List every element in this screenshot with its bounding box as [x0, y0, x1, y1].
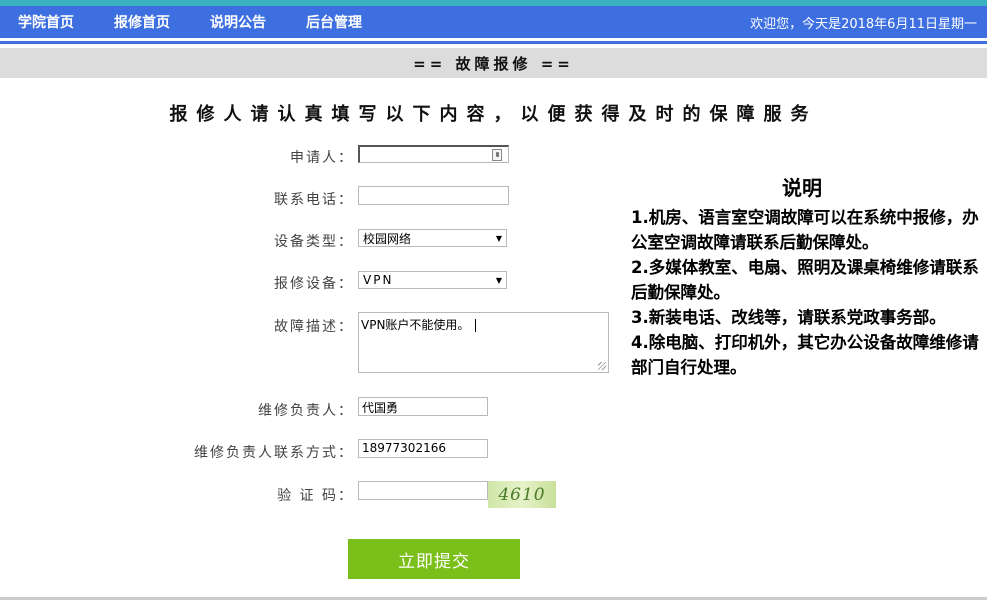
- captcha-image[interactable]: 4610: [488, 481, 556, 508]
- description-label: 故障描述：: [274, 319, 354, 335]
- nav-bar: 学院首页 报修首页 说明公告 后台管理 欢迎您，今天是2018年6月11日星期一: [0, 6, 987, 38]
- device-type-label: 设备类型：: [274, 234, 354, 250]
- instruction-item: 3.新装电话、改线等，请联系党政事务部。: [631, 308, 946, 327]
- chevron-down-icon: ▼: [495, 233, 502, 243]
- description-value: VPN账户不能使用。: [361, 318, 470, 332]
- submit-button[interactable]: 立即提交: [348, 539, 520, 579]
- applicant-input[interactable]: [358, 145, 509, 163]
- device-select[interactable]: VPN ▼: [358, 271, 507, 289]
- contact-card-icon[interactable]: [492, 149, 502, 161]
- instructions-panel: 说明 1.机房、语言室空调故障可以在系统中报修，办公室空调故障请联系后勤保障处。…: [631, 172, 981, 380]
- device-type-value: 校园网络: [363, 231, 412, 246]
- nav-link-college-home[interactable]: 学院首页: [18, 12, 74, 32]
- nav-link-announcements[interactable]: 说明公告: [210, 12, 266, 32]
- nav-link-admin[interactable]: 后台管理: [306, 12, 362, 32]
- instruction-item: 1.机房、语言室空调故障可以在系统中报修，办公室空调故障请联系后勤保障处。: [631, 208, 979, 252]
- nav-divider-blue: [0, 41, 987, 44]
- welcome-text: 欢迎您，今天是2018年6月11日星期一: [750, 16, 977, 32]
- instruction-item: 4.除电脑、打印机外，其它办公设备故障维修请部门自行处理。: [631, 333, 979, 377]
- phone-label: 联系电话：: [274, 192, 354, 208]
- chevron-down-icon: ▼: [495, 275, 502, 285]
- device-label: 报修设备：: [274, 276, 354, 292]
- text-cursor: [475, 319, 477, 332]
- instruction-item: 2.多媒体教室、电扇、照明及课桌椅维修请联系后勤保障处。: [631, 258, 979, 302]
- description-textarea[interactable]: VPN账户不能使用。: [358, 312, 609, 373]
- captcha-label: 验 证 码：: [277, 488, 354, 504]
- device-type-select[interactable]: 校园网络 ▼: [358, 229, 507, 247]
- device-value: VPN: [363, 273, 394, 287]
- nav-link-repair-home[interactable]: 报修首页: [114, 12, 170, 32]
- responsible-input[interactable]: 代国勇: [358, 397, 488, 416]
- phone-input[interactable]: [358, 186, 509, 205]
- instructions-title: 说明: [782, 176, 822, 200]
- nav-links: 学院首页 报修首页 说明公告 后台管理: [0, 12, 402, 32]
- responsible-contact-label: 维修负责人联系方式：: [194, 445, 354, 461]
- captcha-input[interactable]: [358, 481, 488, 500]
- responsible-value: 代国勇: [362, 401, 399, 415]
- responsible-contact-input[interactable]: 18977302166: [358, 439, 488, 458]
- resize-grip-icon[interactable]: [598, 362, 606, 370]
- section-title: == 故障报修 ==: [0, 48, 987, 78]
- applicant-label: 申请人：: [290, 150, 354, 166]
- responsible-label: 维修负责人：: [258, 403, 354, 419]
- responsible-contact-value: 18977302166: [362, 441, 446, 455]
- page-heading: 报修人请认真填写以下内容，以便获得及时的保障服务: [169, 104, 818, 125]
